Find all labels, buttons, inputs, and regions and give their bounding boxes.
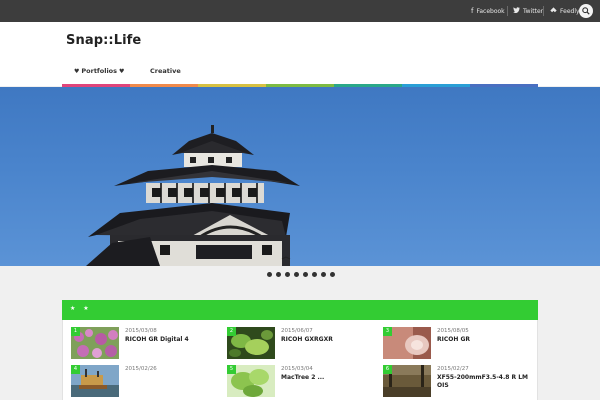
post-thumbnail[interactable]: 3 [383,327,431,359]
hero-slider[interactable] [0,87,600,266]
post-date: 2015/03/04 [281,366,313,372]
post-item[interactable]: 1 2015/03/08 RICOH GR Digital 4 [71,327,221,359]
nav-item-portfolios[interactable]: ♥ Portfolios ♥ [72,67,126,75]
slider-dot[interactable] [303,272,308,277]
twitter-link[interactable]: Twitter [513,0,543,22]
feedly-label: Feedly [560,7,580,15]
post-thumbnail[interactable]: 5 [227,365,275,397]
slider-dot[interactable] [267,272,272,277]
post-date: 2015/02/26 [125,366,157,372]
post-rank-badge: 1 [71,327,80,336]
facebook-icon: f [471,7,474,15]
post-title[interactable]: RICOH GR [437,336,533,344]
posts-panel: 1 2015/03/08 RICOH GR Digital 4 2 2015/0… [62,320,538,400]
post-rank-badge: 4 [71,365,80,374]
post-rank-badge: 2 [227,327,236,336]
post-thumbnail[interactable]: 1 [71,327,119,359]
site-header: Snap::Life ♥ Portfolios ♥ Creative [0,22,600,86]
divider [543,6,544,16]
post-title[interactable]: RICOH GR Digital 4 [125,336,221,344]
slider-dot[interactable] [312,272,317,277]
post-date: 2015/02/27 [437,366,469,372]
post-item[interactable]: 5 2015/03/04 MacTree 2 ... [227,365,377,397]
slider-dot[interactable] [276,272,281,277]
post-item[interactable]: 2 2015/06/07 RICOH GXRGXR [227,327,377,359]
facebook-label: Facebook [476,7,505,15]
post-title[interactable]: RICOH GXRGXR [281,336,377,344]
post-rank-badge: 3 [383,327,392,336]
nav-item-label: Portfolios [81,67,118,75]
twitter-label: Twitter [523,7,544,15]
post-item[interactable]: 4 2015/02/26 [71,365,221,397]
post-thumbnail[interactable]: 2 [227,327,275,359]
nav-item-creative[interactable]: Creative [150,67,181,75]
post-thumbnail[interactable]: 4 [71,365,119,397]
heart-icon: ♥ [119,67,125,75]
slider-dot[interactable] [294,272,299,277]
nav-item-label: Creative [150,67,181,75]
search-button[interactable] [579,4,593,18]
post-date: 2015/08/05 [437,328,469,334]
posts-panel-header: ★ ★ [62,300,538,320]
post-rank-badge: 6 [383,365,392,374]
panel-header-marks: ★ ★ [70,305,92,312]
post-date: 2015/03/08 [125,328,157,334]
search-icon [582,7,590,15]
post-thumbnail[interactable]: 6 [383,365,431,397]
top-social-bar: f Facebook Twitter Feedly [0,0,600,22]
post-date: 2015/06/07 [281,328,313,334]
post-item[interactable]: 3 2015/08/05 RICOH GR [383,327,533,359]
post-title[interactable]: MacTree 2 ... [281,374,377,382]
feedly-link[interactable]: Feedly [550,0,580,22]
post-title[interactable]: XF55-200mmF3.5-4.8 R LM OIS [437,374,533,390]
facebook-link[interactable]: f Facebook [471,0,505,22]
castle-photo [86,125,300,266]
post-item[interactable]: 6 2015/02/27 XF55-200mmF3.5-4.8 R LM OIS [383,365,533,397]
slider-dot[interactable] [285,272,290,277]
slider-dot[interactable] [330,272,335,277]
slider-dots [267,272,335,277]
heart-icon: ♥ [74,67,80,75]
twitter-icon [513,7,520,15]
post-rank-badge: 5 [227,365,236,374]
divider [507,6,508,16]
feedly-icon [550,6,557,16]
site-logo[interactable]: Snap::Life [66,33,141,48]
slider-dot[interactable] [321,272,326,277]
